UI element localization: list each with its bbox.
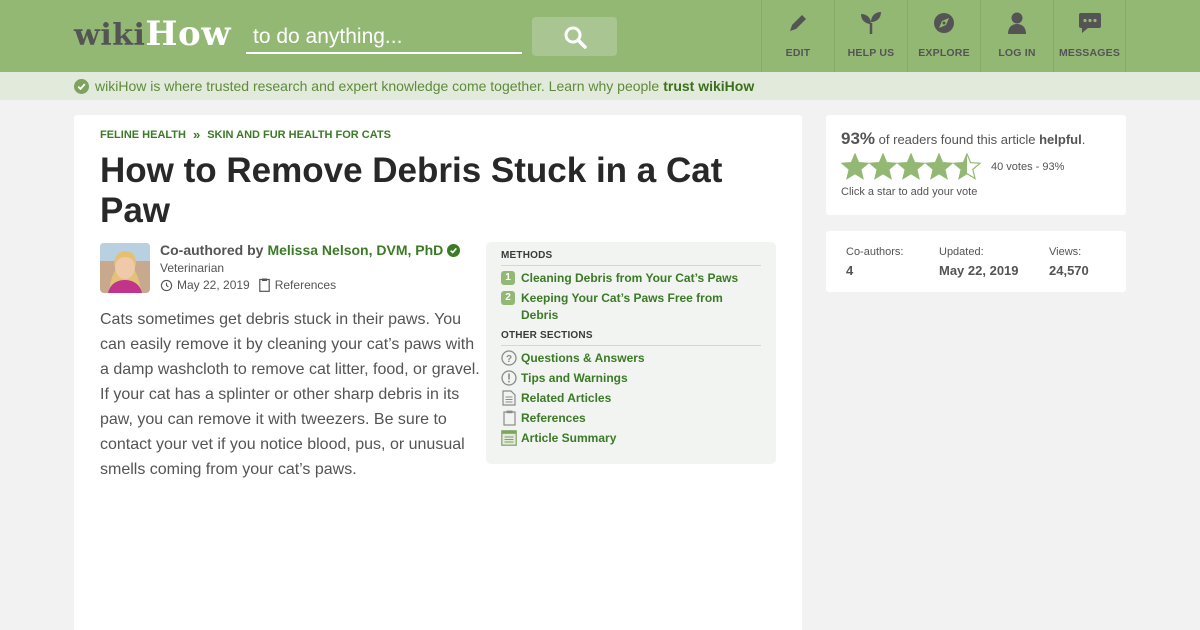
breadcrumb-separator: »: [192, 127, 201, 142]
search-icon: [564, 26, 587, 49]
question-icon: ?: [501, 350, 517, 366]
author-role: Veterinarian: [160, 261, 225, 275]
clipboard-icon: [502, 410, 516, 426]
logo-how-text: How: [145, 14, 231, 54]
author-block: Co-authored by Melissa Nelson, DVM, PhD …: [100, 242, 461, 295]
nav-explore[interactable]: EXPLORE: [907, 0, 980, 72]
page-title: How to Remove Debris Stuck in a Cat Paw: [100, 151, 723, 230]
pencil-icon: [790, 15, 806, 31]
verified-badge-icon: [447, 243, 461, 257]
compass-icon: [934, 13, 954, 33]
summary-icon: [501, 430, 517, 446]
stat-views-label: Views:: [1049, 246, 1082, 258]
stat-updated: Updated: May 22, 2019: [939, 246, 1019, 278]
logo-wiki-text: wiki: [74, 18, 146, 53]
helpful-text: of readers found this article: [878, 132, 1036, 147]
check-badge-icon: [74, 78, 89, 94]
stat-coauthors-value: 4: [846, 263, 854, 278]
breadcrumb-item-skin-fur[interactable]: SKIN AND FUR HEALTH FOR CATS: [207, 129, 391, 141]
nav-messages[interactable]: MESSAGES: [1053, 0, 1126, 72]
wikihow-logo[interactable]: wikiHow: [74, 14, 231, 56]
article-date: May 22, 2019: [177, 278, 250, 292]
stat-coauthors: Co-authors: 4: [846, 246, 903, 278]
nav-help-label: HELP US: [847, 47, 895, 59]
trust-link[interactable]: trust wikiHow: [663, 72, 754, 100]
toc-other-label: Tips and Warnings: [521, 371, 628, 385]
clock-history-icon: [160, 279, 173, 291]
toc-other-label: Questions & Answers: [521, 351, 645, 365]
coauthored-by-label: Co-authored by: [160, 242, 264, 258]
article-intro: Cats sometimes get debris stuck in their…: [100, 311, 480, 478]
author-photo: [100, 243, 150, 293]
nav-messages-label: MESSAGES: [1058, 47, 1121, 59]
references-link[interactable]: References: [275, 278, 336, 292]
user-icon: [1008, 12, 1026, 34]
vote-count: 40 votes - 93%: [991, 160, 1065, 173]
stat-updated-value: May 22, 2019: [939, 263, 1019, 278]
toc-other-label: References: [521, 411, 586, 425]
helpful-percent-line: 93% of readers found this article helpfu…: [841, 129, 1085, 149]
exclamation-icon: [501, 370, 517, 386]
toc-questions-answers[interactable]: ? Questions & Answers: [501, 350, 761, 367]
document-icon: [502, 390, 516, 406]
stat-views-value: 24,570: [1049, 263, 1089, 278]
star-rating: 40 votes - 93%: [841, 153, 1064, 180]
breadcrumb-item-feline-health[interactable]: FELINE HEALTH: [100, 129, 186, 141]
author-name-link[interactable]: Melissa Nelson, DVM, PhD: [267, 242, 443, 258]
top-header: wikiHow to do anything... EDIT HELP US E…: [0, 0, 1200, 72]
trust-text: wikiHow is where trusted research and ex…: [95, 78, 660, 94]
toc-other-label: Article Summary: [521, 431, 617, 445]
star-icon[interactable]: [953, 153, 981, 180]
clipboard-icon: [258, 278, 270, 292]
method-number-badge: 2: [501, 291, 515, 305]
toc-method-label: Cleaning Debris from Your Cat’s Paws: [521, 271, 739, 285]
toc-methods-heading: METHODS: [501, 250, 761, 266]
helpful-word: helpful: [1039, 132, 1082, 147]
toc-article-summary[interactable]: Article Summary: [501, 430, 761, 447]
stat-views: Views: 24,570: [1049, 246, 1089, 278]
star-icon[interactable]: [897, 153, 925, 180]
sprout-icon: [861, 12, 881, 34]
nav-edit-label: EDIT: [785, 47, 811, 59]
table-of-contents: METHODS 1 Cleaning Debris from Your Cat’…: [486, 242, 776, 464]
nav-login-label: LOG IN: [998, 47, 1036, 59]
toc-method-label: Keeping Your Cat’s Paws Free from Debris: [521, 291, 723, 322]
toc-method-2[interactable]: 2 Keeping Your Cat’s Paws Free from Debr…: [501, 290, 761, 324]
toc-other-label: Related Articles: [521, 391, 612, 405]
toc-tips-warnings[interactable]: Tips and Warnings: [501, 370, 761, 387]
article-stats-card: Co-authors: 4 Updated: May 22, 2019 View…: [826, 231, 1126, 292]
stat-coauthors-label: Co-authors:: [846, 246, 904, 258]
avatar[interactable]: [100, 243, 150, 293]
helpful-period: .: [1081, 132, 1086, 147]
search-button[interactable]: [532, 17, 617, 56]
coauthor-line: Co-authored by Melissa Nelson, DVM, PhD: [160, 242, 461, 258]
vote-hint: Click a star to add your vote: [841, 186, 978, 198]
breadcrumb: FELINE HEALTH » SKIN AND FUR HEALTH FOR …: [100, 127, 391, 142]
toc-other-heading: OTHER SECTIONS: [501, 330, 761, 346]
star-icon[interactable]: [869, 153, 897, 180]
star-icon[interactable]: [925, 153, 953, 180]
nav-help-us[interactable]: HELP US: [834, 0, 907, 72]
nav-log-in[interactable]: LOG IN: [980, 0, 1053, 72]
stat-updated-label: Updated:: [939, 246, 984, 258]
article-card: FELINE HEALTH » SKIN AND FUR HEALTH FOR …: [74, 115, 802, 630]
toc-method-1[interactable]: 1 Cleaning Debris from Your Cat’s Paws: [501, 270, 761, 287]
toc-references[interactable]: References: [501, 410, 761, 427]
star-icon[interactable]: [841, 153, 869, 180]
search-input[interactable]: to do anything...: [246, 18, 522, 54]
toc-related-articles[interactable]: Related Articles: [501, 390, 761, 407]
svg-text:?: ?: [506, 354, 512, 365]
method-number-badge: 1: [501, 271, 515, 285]
nav-explore-label: EXPLORE: [918, 47, 970, 59]
header-nav: EDIT HELP US EXPLORE LOG IN MESSAGES: [761, 0, 1126, 72]
rating-card: 93% of readers found this article helpfu…: [826, 115, 1126, 215]
trust-bar: wikiHow is where trusted research and ex…: [0, 72, 1200, 100]
nav-edit[interactable]: EDIT: [761, 0, 834, 72]
chat-bubble-icon: [1078, 13, 1101, 33]
helpful-percent: 93%: [841, 129, 876, 148]
article-meta: May 22, 2019 References: [160, 278, 336, 292]
